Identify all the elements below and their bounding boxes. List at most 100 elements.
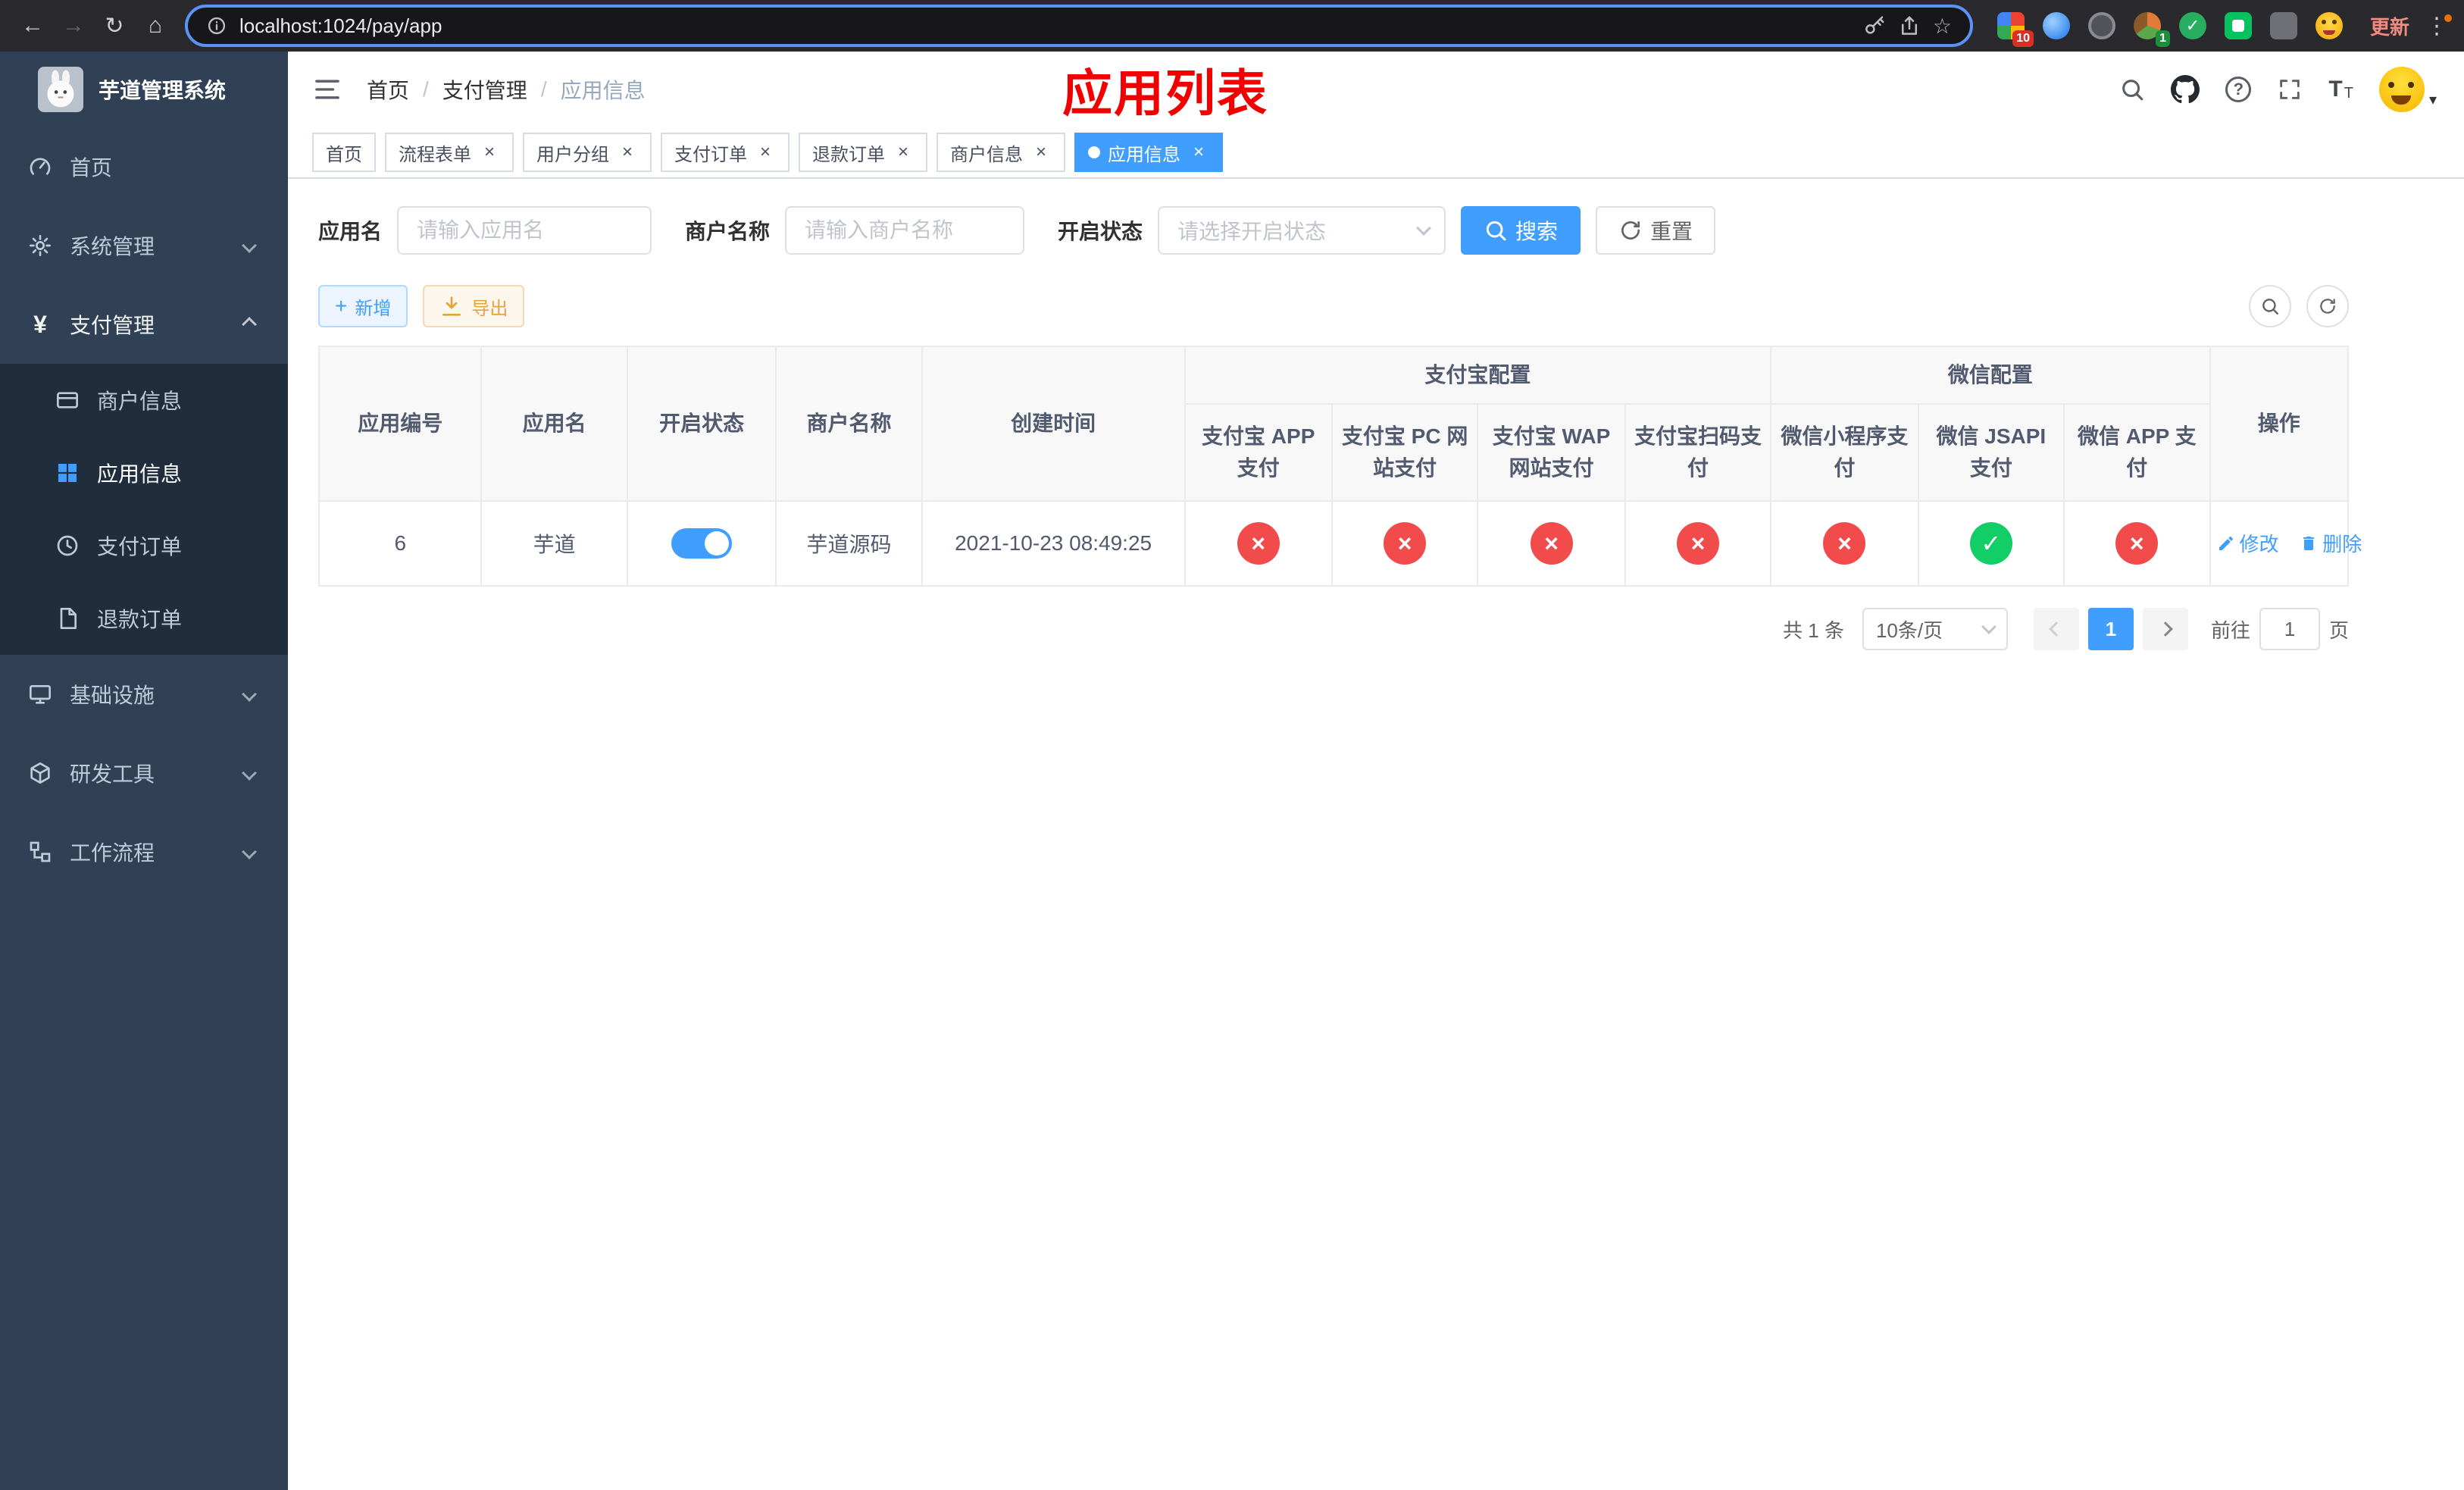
tab-home[interactable]: 首页	[312, 133, 376, 172]
pagination: 共 1 条 10条/页 1 前往 页	[318, 608, 2349, 650]
chevron-down-icon	[242, 238, 257, 253]
delete-button[interactable]: 删除	[2300, 529, 2362, 557]
browser-menu-icon[interactable]: ⋮	[2422, 13, 2452, 39]
help-icon[interactable]: ?	[2225, 77, 2252, 102]
col-group-wechat: 微信配置	[1770, 346, 2211, 405]
search-icon	[2260, 296, 2280, 316]
search-icon	[1484, 218, 1508, 243]
sidebar-item-dev-tools[interactable]: 研发工具	[0, 734, 288, 812]
close-icon[interactable]: ×	[479, 142, 500, 163]
fullscreen-icon[interactable]	[2277, 77, 2303, 102]
cell-app-name: 芋道	[480, 500, 628, 587]
header-search-icon[interactable]	[2119, 77, 2145, 102]
sidebar-item-system[interactable]: 系统管理	[0, 206, 288, 285]
sidebar-item-payment-orders[interactable]: 支付订单	[0, 509, 288, 582]
sidebar-toggle-icon[interactable]	[312, 74, 342, 105]
sidebar-item-home[interactable]: 首页	[0, 127, 288, 206]
extension-green-check-icon[interactable]: ✓	[2176, 9, 2209, 42]
tab-process-form[interactable]: 流程表单 ×	[385, 133, 514, 172]
reset-button[interactable]: 重置	[1596, 206, 1716, 255]
wx-jsapi-status-icon: ✓	[1969, 522, 2012, 565]
plus-icon: +	[335, 294, 348, 318]
add-button[interactable]: + 新增	[318, 285, 408, 327]
export-button[interactable]: 导出	[423, 285, 525, 327]
user-menu[interactable]: ▾	[2378, 67, 2437, 112]
extension-colorful-grid-icon[interactable]: 10	[1994, 9, 2034, 47]
next-page-button[interactable]	[2142, 608, 2188, 650]
browser-reload-icon[interactable]: ↻	[94, 5, 135, 46]
sidebar-item-merchant-info[interactable]: 商户信息	[0, 364, 288, 437]
col-wx-app: 微信 APP 支付	[2063, 403, 2211, 502]
app-name-input[interactable]	[397, 206, 652, 255]
page-1-button[interactable]: 1	[2087, 608, 2134, 650]
bookmark-star-icon[interactable]: ☆	[1933, 14, 1952, 39]
logo-avatar	[38, 67, 83, 112]
close-icon[interactable]: ×	[755, 142, 776, 163]
extension-wechat-devtools-icon[interactable]	[2222, 9, 2255, 42]
breadcrumb-home[interactable]: 首页	[367, 74, 409, 105]
alipay-wap-status-icon: ×	[1530, 522, 1573, 565]
credit-card-icon	[55, 387, 80, 413]
browser-forward-icon[interactable]: →	[53, 5, 94, 46]
sidebar-item-refund-orders[interactable]: 退款订单	[0, 582, 288, 655]
app-title: 芋道管理系统	[98, 79, 227, 102]
breadcrumb-payment[interactable]: 支付管理	[442, 74, 527, 105]
extension-avatar-icon[interactable]: 1	[2131, 9, 2170, 47]
url-text: localhost:1024/pay/app	[239, 14, 442, 37]
chrome-update-button[interactable]: 更新	[2358, 12, 2422, 40]
tab-refund-orders[interactable]: 退款订单 ×	[799, 133, 927, 172]
extension-blue-drop-icon[interactable]	[2040, 9, 2073, 42]
font-size-icon[interactable]: TT	[2328, 78, 2353, 102]
tab-user-group[interactable]: 用户分组 ×	[523, 133, 652, 172]
sidebar-item-payment[interactable]: ¥ 支付管理	[0, 285, 288, 364]
browser-home-icon[interactable]: ⌂	[135, 5, 176, 46]
workflow-icon	[27, 839, 53, 865]
tab-app-info[interactable]: 应用信息 ×	[1074, 133, 1223, 172]
sidebar-item-workflow[interactable]: 工作流程	[0, 812, 288, 891]
refresh-icon	[1618, 218, 1643, 243]
close-icon[interactable]: ×	[1188, 142, 1209, 163]
page-size-select[interactable]: 10条/页	[1862, 608, 2008, 650]
tab-merchant-info[interactable]: 商户信息 ×	[937, 133, 1065, 172]
status-switch[interactable]	[671, 528, 733, 559]
status-select[interactable]: 请选择开启状态	[1158, 206, 1446, 255]
site-info-icon[interactable]	[206, 15, 227, 36]
chevron-up-icon	[242, 317, 257, 332]
sidebar-item-label: 商户信息	[97, 390, 183, 413]
close-icon[interactable]: ×	[893, 142, 914, 163]
share-icon[interactable]	[1898, 14, 1921, 37]
extension-face-icon[interactable]	[2312, 9, 2346, 42]
user-avatar	[2378, 67, 2425, 112]
clock-icon	[55, 533, 80, 559]
close-icon[interactable]: ×	[617, 142, 638, 163]
prev-page-button[interactable]	[2033, 608, 2079, 650]
url-bar[interactable]: localhost:1024/pay/app ☆	[185, 5, 1973, 47]
edit-button[interactable]: 修改	[2217, 529, 2279, 557]
sidebar-item-app-info[interactable]: 应用信息	[0, 437, 288, 509]
password-key-icon[interactable]	[1863, 14, 1886, 37]
tab-payment-orders[interactable]: 支付订单 ×	[661, 133, 790, 172]
extension-puzzle-icon[interactable]	[2267, 9, 2300, 42]
alipay-pc-status-icon: ×	[1384, 522, 1427, 565]
chevron-down-icon	[1981, 619, 1997, 634]
merchant-name-input[interactable]	[785, 206, 1025, 255]
table-row: 6 芋道 芋道源码 2021-10-23 08:49:25 × × × × ×	[317, 500, 2362, 587]
toggle-search-button[interactable]	[2249, 285, 2291, 327]
sidebar-item-label: 研发工具	[70, 762, 155, 786]
browser-back-icon[interactable]: ←	[12, 5, 53, 46]
sidebar-item-label: 支付订单	[97, 535, 183, 559]
chevron-down-icon	[1416, 221, 1431, 236]
search-button[interactable]: 搜索	[1461, 206, 1581, 255]
sidebar-item-label: 支付管理	[70, 314, 155, 337]
sidebar-item-infrastructure[interactable]: 基础设施	[0, 655, 288, 734]
goto-label: 前往	[2210, 618, 2250, 642]
active-dot	[1088, 146, 1100, 158]
col-wx-mini: 微信小程序支付	[1770, 403, 1919, 502]
refresh-table-button[interactable]	[2306, 285, 2349, 327]
page-goto-input[interactable]	[2259, 608, 2320, 650]
close-icon[interactable]: ×	[1030, 142, 1052, 163]
extension-dark-circle-icon[interactable]	[2085, 9, 2118, 42]
select-placeholder: 请选择开启状态	[1177, 220, 1327, 243]
col-app-name: 应用名	[480, 346, 628, 502]
github-icon[interactable]	[2171, 75, 2200, 104]
